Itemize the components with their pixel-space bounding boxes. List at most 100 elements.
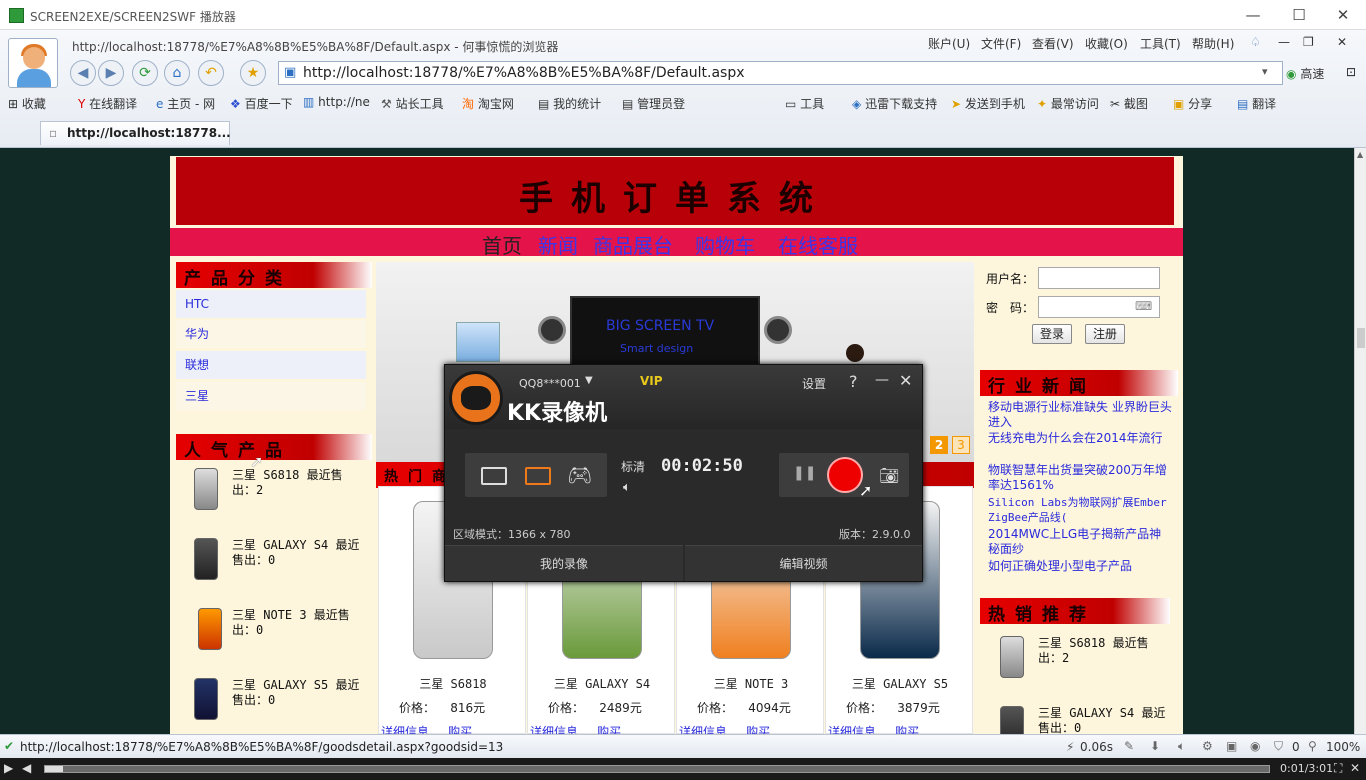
menu-file[interactable]: 文件(F)	[981, 35, 1021, 52]
news-item[interactable]: 移动电源行业标准缺失 业界盼巨头进入	[988, 400, 1172, 430]
login-button[interactable]: 登录	[1032, 324, 1072, 344]
fav-taobao[interactable]: 淘 淘宝网	[462, 95, 514, 112]
kk-close-icon[interactable]: ✕	[899, 371, 912, 390]
kk-fullscreen-icon[interactable]	[481, 467, 507, 485]
category-samsung[interactable]: 三星	[176, 382, 366, 410]
player-volume-icon[interactable]: ◀	[22, 761, 31, 775]
status-settings-icon[interactable]: ⚙	[1202, 739, 1213, 753]
kk-recorder-window[interactable]: QQ8***001 ▼ VIP 设置 ? — ✕ KK录像机 🎮︎ 标清 🔈︎ …	[444, 364, 923, 582]
player-close-icon[interactable]: ✕	[1350, 761, 1360, 775]
player-fullscreen-icon[interactable]: ⛶	[1334, 761, 1342, 776]
kk-account-dropdown-icon[interactable]: ▼	[585, 375, 593, 386]
page-scrollbar[interactable]: ▲	[1354, 148, 1366, 734]
nav-cart[interactable]: 购物车	[695, 230, 755, 259]
player-progress[interactable]	[44, 765, 1270, 773]
kk-help-icon[interactable]: ?	[849, 372, 858, 391]
fav-admin[interactable]: ▤ 管理员登	[622, 95, 685, 112]
tool-tools[interactable]: ▭ 工具	[785, 95, 824, 112]
kk-record-button[interactable]	[827, 457, 863, 493]
more-icon[interactable]: ⊡	[1346, 65, 1356, 79]
browser-close-icon[interactable]: ✕	[1337, 35, 1347, 49]
category-huawei[interactable]: 华为	[176, 320, 366, 348]
fav-webmaster[interactable]: ⚒ 站长工具	[381, 95, 444, 112]
address-dropdown-icon[interactable]: ▾	[1262, 65, 1268, 78]
kk-volume-icon[interactable]: 🔈︎	[623, 480, 631, 495]
skin-icon[interactable]: ♤	[1250, 35, 1261, 49]
user-avatar[interactable]	[8, 38, 58, 88]
tool-share[interactable]: ▣ 分享	[1173, 95, 1212, 112]
nav-home[interactable]: 首页	[482, 230, 522, 259]
menu-view[interactable]: 查看(V)	[1032, 35, 1074, 52]
news-item[interactable]: 如何正确处理小型电子产品	[988, 559, 1172, 574]
news-item[interactable]: Silicon Labs为物联网扩展Ember ZigBee产品线(	[988, 495, 1172, 525]
tool-screenshot[interactable]: ✂ 截图	[1110, 95, 1148, 112]
kk-game-icon[interactable]: 🎮︎	[567, 463, 592, 487]
fav-collect[interactable]: ⊞ 收藏	[8, 95, 46, 112]
shield-icon[interactable]: ⛉	[1274, 739, 1283, 754]
hot-item[interactable]: 三星 S6818 最近售出：2	[176, 466, 372, 530]
bestseller-item[interactable]: 三星 S6818 最近售出：2	[982, 634, 1172, 698]
refresh-icon[interactable]: ⟳	[132, 60, 158, 86]
kk-minimize-icon[interactable]: —	[875, 372, 889, 388]
nav-products[interactable]: 商品展台	[593, 230, 673, 259]
kk-vip-badge[interactable]: VIP	[640, 374, 663, 388]
sound-icon[interactable]: 🔈︎	[1178, 739, 1185, 754]
browser-minimize-icon[interactable]: —	[1278, 35, 1290, 49]
back-icon[interactable]: ◀	[70, 60, 96, 86]
kk-my-videos[interactable]: 我的录像	[445, 545, 683, 581]
fav-http[interactable]: ▥ http://ne	[303, 95, 370, 109]
fav-stats[interactable]: ▤ 我的统计	[538, 95, 601, 112]
tool-translate[interactable]: ▤ 翻译	[1237, 95, 1276, 112]
fav-translate[interactable]: Y 在线翻译	[78, 95, 137, 112]
favorite-star-icon[interactable]: ★	[240, 60, 266, 86]
keyboard-icon[interactable]: ⌨	[1135, 299, 1152, 313]
tool-send-phone[interactable]: ➤ 发送到手机	[951, 95, 1025, 112]
zoom-icon[interactable]: ⚲	[1308, 739, 1317, 753]
hot-item[interactable]: 三星 NOTE 3 最近售出：0	[176, 606, 372, 670]
nav-service[interactable]: 在线客服	[778, 230, 858, 259]
forward-icon[interactable]: ▶	[98, 60, 124, 86]
close-button[interactable]: ✕	[1328, 4, 1358, 26]
tool-frequent[interactable]: ✦ 最常访问	[1037, 95, 1099, 112]
news-item[interactable]: 无线充电为什么会在2014年流行	[988, 431, 1172, 446]
kk-region-icon[interactable]	[525, 467, 551, 485]
tool-thunder[interactable]: ◈ 迅雷下载支持	[852, 95, 937, 112]
kk-settings[interactable]: 设置	[802, 375, 826, 392]
kk-pause-icon[interactable]: ❚❚	[793, 465, 816, 481]
play-icon[interactable]: ▶	[4, 761, 13, 775]
status-tool-icon[interactable]: ✎	[1124, 739, 1134, 753]
menu-account[interactable]: 账户(U)	[928, 35, 970, 52]
scroll-thumb[interactable]	[1357, 328, 1365, 348]
status-window-icon[interactable]: ▣	[1226, 739, 1237, 753]
news-item[interactable]: 物联智慧年出货量突破200万年增率达1561%	[988, 463, 1172, 493]
kk-camera-icon[interactable]: 📷︎	[879, 466, 899, 485]
slide-page-3[interactable]: 3	[952, 436, 970, 454]
speed-mode[interactable]: ◉ 高速	[1286, 65, 1324, 82]
undo-icon[interactable]: ↶	[198, 60, 224, 86]
fav-home[interactable]: e 主页 - 网	[156, 95, 215, 112]
register-button[interactable]: 注册	[1085, 324, 1125, 344]
bestseller-item[interactable]: 三星 GALAXY S4 最近售出：0	[982, 704, 1172, 734]
browser-restore-icon[interactable]: ❐	[1303, 35, 1314, 49]
fav-baidu[interactable]: ❖ 百度一下	[230, 95, 293, 112]
kk-edit-video[interactable]: 编辑视频	[685, 545, 922, 581]
username-input[interactable]	[1038, 267, 1160, 289]
menu-tools[interactable]: 工具(T)	[1140, 35, 1181, 52]
kk-quality[interactable]: 标清	[621, 458, 645, 475]
home-icon[interactable]: ⌂	[164, 60, 190, 86]
news-item[interactable]: 2014MWC上LG电子揭新产品神秘面纱	[988, 527, 1172, 557]
password-input[interactable]: ⌨	[1038, 296, 1160, 318]
eye-icon[interactable]: ◉	[1250, 739, 1260, 753]
download-icon[interactable]: ⬇	[1150, 739, 1160, 753]
menu-help[interactable]: 帮助(H)	[1192, 35, 1234, 52]
scroll-up-icon[interactable]: ▲	[1357, 150, 1363, 159]
zoom-level[interactable]: 100%	[1326, 740, 1360, 754]
category-lenovo[interactable]: 联想	[176, 351, 366, 379]
browser-tab[interactable]: ▫ http://localhost:18778...	[40, 121, 231, 145]
nav-news[interactable]: 新闻	[538, 230, 578, 259]
slide-page-2[interactable]: 2	[930, 436, 948, 454]
address-bar[interactable]: ▣ http://localhost:18778/%E7%A8%8B%E5%BA…	[278, 61, 1283, 85]
hot-item[interactable]: 三星 GALAXY S5 最近售出：0	[176, 676, 372, 740]
maximize-button[interactable]: ☐	[1284, 4, 1314, 26]
kk-account[interactable]: QQ8***001	[519, 377, 581, 390]
